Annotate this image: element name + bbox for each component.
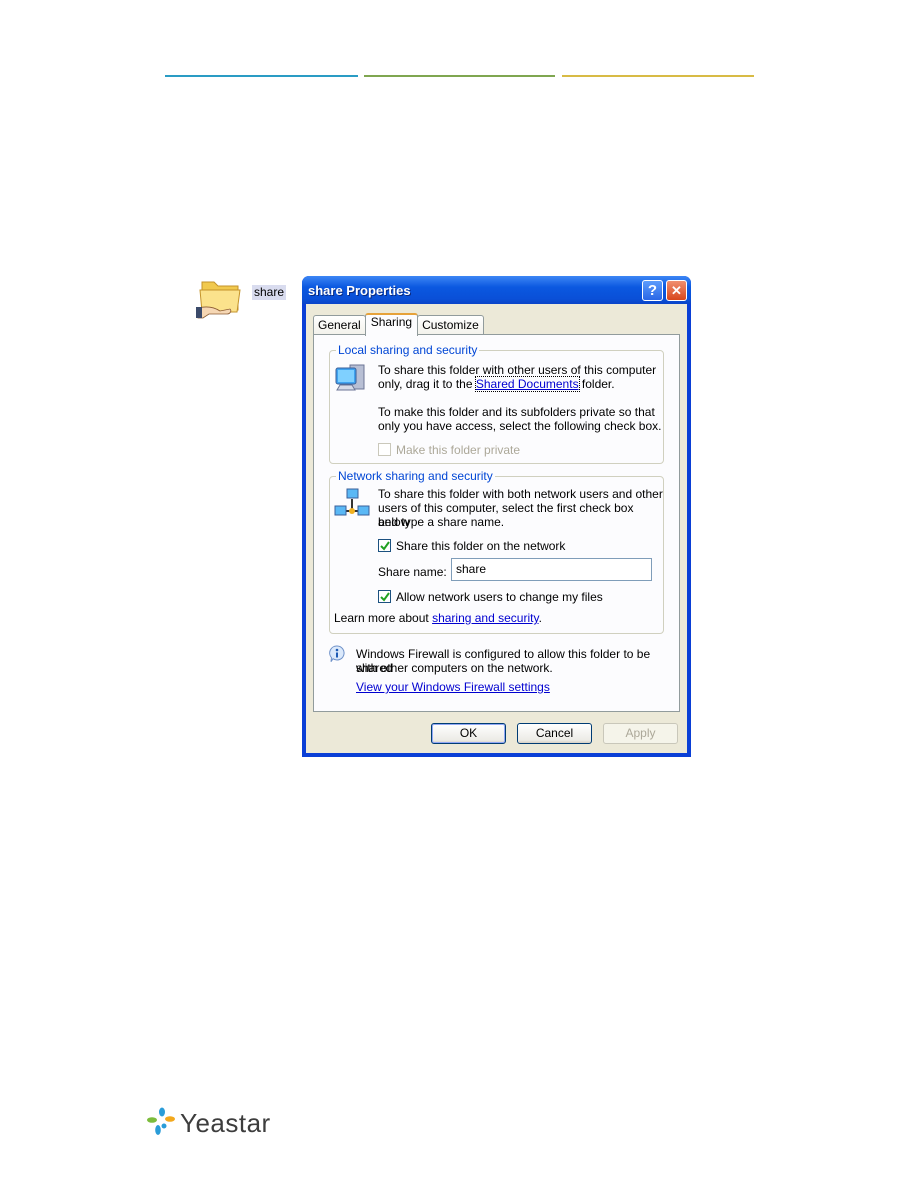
firewall-text-line2: with other computers on the network.	[356, 661, 553, 675]
share-on-network-checkbox[interactable]	[378, 539, 391, 552]
share-name-label: Share name:	[378, 565, 447, 579]
tab-general[interactable]: General	[313, 315, 366, 335]
network-group-title: Network sharing and security	[336, 469, 495, 483]
yeastar-logo-icon	[147, 1107, 175, 1135]
info-icon	[329, 645, 345, 668]
logo-text: Yeastar	[180, 1107, 271, 1138]
learn-more-text: Learn more about sharing and security.	[334, 611, 542, 625]
local-text-line1: To share this folder with other users of…	[378, 363, 657, 377]
allow-change-checkbox[interactable]	[378, 590, 391, 603]
shared-folder-icon[interactable]	[196, 274, 244, 320]
allow-change-label: Allow network users to change my files	[396, 590, 603, 604]
yeastar-logo: Yeastar	[146, 1106, 271, 1140]
tab-sharing[interactable]: Sharing	[364, 313, 419, 336]
share-properties-dialog: share Properties ? ✕ General Sharing Cus…	[302, 276, 691, 757]
learn-more-suffix: .	[538, 611, 542, 625]
make-private-checkbox[interactable]	[378, 443, 391, 456]
local-text-line2: only, drag it to the Shared Documents fo…	[378, 376, 615, 392]
dialog-client: General Sharing Customize Local sharing …	[306, 304, 687, 753]
header-rule-blue	[165, 75, 358, 77]
local-group-title: Local sharing and security	[336, 343, 480, 357]
sharing-panel: Local sharing and security To share this…	[313, 334, 680, 712]
make-private-label: Make this folder private	[396, 443, 521, 457]
checkmark-icon	[380, 592, 390, 602]
title-bar[interactable]: share Properties ? ✕	[302, 276, 691, 304]
local-sharing-group: Local sharing and security To share this…	[329, 343, 664, 464]
local-line2-prefix: only, drag it to the	[378, 377, 476, 391]
header-rule-yellow	[562, 75, 754, 77]
learn-more-prefix: Learn more about	[334, 611, 433, 625]
apply-button[interactable]: Apply	[603, 723, 678, 744]
help-button[interactable]: ?	[642, 280, 663, 301]
network-text-line1: To share this folder with both network u…	[378, 487, 663, 501]
cancel-button[interactable]: Cancel	[517, 723, 592, 744]
ok-button[interactable]: OK	[431, 723, 506, 744]
close-icon: ✕	[671, 282, 682, 298]
local-line2-suffix: folder.	[578, 377, 615, 391]
share-name-input[interactable]: share	[451, 558, 652, 581]
sharing-and-security-link[interactable]: sharing and security	[432, 611, 539, 625]
local-text-line4: only you have access, select the followi…	[378, 419, 662, 433]
header-rule-green	[364, 75, 555, 77]
tab-strip: General Sharing Customize	[313, 313, 484, 336]
computer-icon	[334, 363, 368, 400]
folder-label[interactable]: share	[252, 285, 287, 300]
network-icon	[334, 487, 370, 526]
shared-documents-link[interactable]: Shared Documents	[474, 376, 580, 392]
network-sharing-group: Network sharing and security To share th…	[329, 469, 664, 634]
local-text-line3: To make this folder and its subfolders p…	[378, 405, 655, 419]
dialog-title: share Properties	[308, 282, 411, 298]
share-on-network-label: Share this folder on the network	[396, 539, 566, 553]
network-text-line3: and type a share name.	[378, 515, 505, 529]
checkmark-icon	[380, 541, 390, 551]
close-button[interactable]: ✕	[666, 280, 687, 301]
firewall-settings-link[interactable]: View your Windows Firewall settings	[356, 680, 550, 694]
help-icon: ?	[647, 282, 658, 299]
tab-customize[interactable]: Customize	[417, 315, 484, 335]
